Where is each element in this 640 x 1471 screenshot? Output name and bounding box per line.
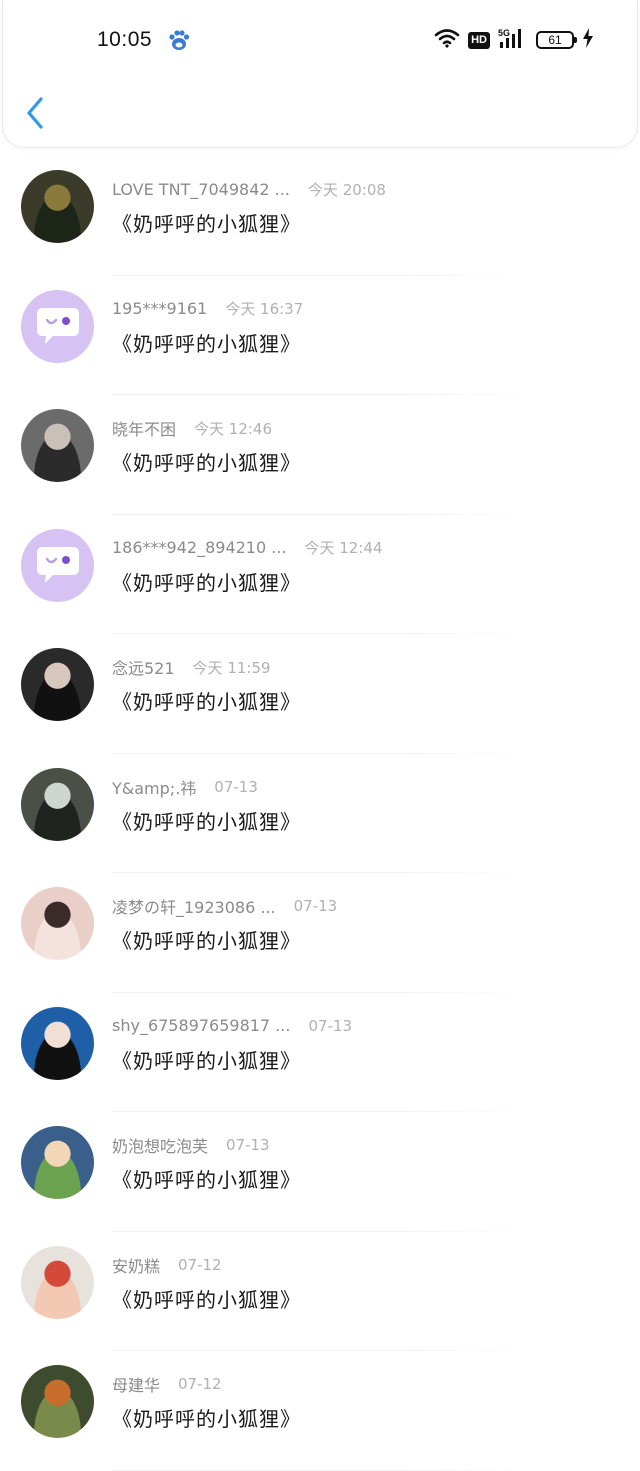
sender-name[interactable]: 凌梦の轩_1923086 ... <box>112 894 276 918</box>
message-list-item[interactable]: 195***9161 今天 16:37 《奶呼呼的小狐狸》 <box>0 276 640 395</box>
message-list-item[interactable]: 母建华 07-12 《奶呼呼的小狐狸》 <box>0 1351 640 1471</box>
user-avatar[interactable] <box>21 1126 94 1199</box>
user-avatar[interactable] <box>21 887 94 960</box>
message-meta: 凌梦の轩_1923086 ... 07-13 <box>112 895 337 917</box>
message-date: 07-13 <box>214 777 258 796</box>
sender-name[interactable]: shy_675897659817 ... <box>112 1016 290 1035</box>
user-avatar[interactable] <box>21 409 94 482</box>
message-meta: Y&amp;.祎 07-13 <box>112 776 258 798</box>
message-meta: 186***942_894210 ... 今天 12:44 <box>112 537 383 559</box>
back-button[interactable] <box>22 96 48 130</box>
message-list-item[interactable]: LOVE TNT_7049842 ... 今天 20:08 《奶呼呼的小狐狸》 <box>0 156 640 276</box>
wifi-icon <box>434 28 460 52</box>
message-list-item[interactable]: 186***942_894210 ... 今天 12:44 《奶呼呼的小狐狸》 <box>0 515 640 634</box>
user-avatar[interactable] <box>21 767 94 841</box>
message-list-item[interactable]: 安奶糕 07-12 《奶呼呼的小狐狸》 <box>0 1232 640 1351</box>
message-list-item[interactable]: 念远521 今天 11:59 《奶呼呼的小狐狸》 <box>0 634 640 754</box>
hd-badge: HD <box>468 31 490 49</box>
chat-bot-icon[interactable] <box>21 528 94 602</box>
message-meta: 195***9161 今天 16:37 <box>112 298 303 320</box>
message-list-item[interactable]: 凌梦の轩_1923086 ... 07-13 《奶呼呼的小狐狸》 <box>0 873 640 993</box>
message-date: 今天 20:08 <box>307 180 386 199</box>
divider <box>112 1469 530 1471</box>
message-list-item[interactable]: Y&amp;.祎 07-13 《奶呼呼的小狐狸》 <box>0 754 640 873</box>
message-text: 《奶呼呼的小狐狸》 <box>112 1168 301 1192</box>
message-list-item[interactable]: 奶泡想吃泡芙 07-13 《奶呼呼的小狐狸》 <box>0 1112 640 1232</box>
sender-name[interactable]: LOVE TNT_7049842 ... <box>112 180 290 199</box>
message-meta: 念远521 今天 11:59 <box>112 655 271 679</box>
message-list-item[interactable]: 晓年不困 今天 12:46 《奶呼呼的小狐狸》 <box>0 395 640 515</box>
status-bar: 10:05 HD 5G 61 <box>0 0 640 80</box>
message-meta: shy_675897659817 ... 07-13 <box>112 1015 352 1037</box>
message-date: 07-13 <box>308 1016 353 1035</box>
message-date: 07-12 <box>178 1255 222 1274</box>
status-time: 10:05 <box>97 28 153 51</box>
user-avatar[interactable] <box>21 648 94 721</box>
message-text: 《奶呼呼的小狐狸》 <box>112 570 301 595</box>
sender-name[interactable]: 奶泡想吃泡芙 <box>112 1133 208 1157</box>
message-text: 《奶呼呼的小狐狸》 <box>112 1407 301 1431</box>
charging-icon <box>582 28 594 52</box>
sender-name[interactable]: 晓年不困 <box>112 416 176 440</box>
battery-indicator: 61 <box>536 31 577 49</box>
sender-name[interactable]: 186***942_894210 ... <box>112 538 287 557</box>
message-meta: LOVE TNT_7049842 ... 今天 20:08 <box>112 178 386 200</box>
message-date: 今天 12:44 <box>304 539 383 557</box>
svg-text:5G: 5G <box>498 28 510 38</box>
sender-name[interactable]: 安奶糕 <box>112 1253 160 1277</box>
chevron-left-icon <box>27 97 43 129</box>
message-list-item[interactable]: shy_675897659817 ... 07-13 《奶呼呼的小狐狸》 <box>0 993 640 1112</box>
message-meta: 奶泡想吃泡芙 07-13 <box>112 1134 270 1156</box>
sender-name[interactable]: 念远521 <box>112 655 175 679</box>
signal-5g-icon: 5G <box>498 27 528 53</box>
message-date: 07-12 <box>178 1375 222 1393</box>
sender-name[interactable]: Y&amp;.祎 <box>112 775 196 799</box>
sender-name[interactable]: 195***9161 <box>112 299 207 318</box>
message-list: LOVE TNT_7049842 ... 今天 20:08 《奶呼呼的小狐狸》 195… <box>0 156 640 1471</box>
message-date: 今天 16:37 <box>225 300 304 318</box>
message-meta: 晓年不困 今天 12:46 <box>112 416 273 440</box>
message-date: 今天 11:59 <box>192 658 271 677</box>
message-text: 《奶呼呼的小狐狸》 <box>112 331 301 356</box>
chat-bot-icon[interactable] <box>21 289 94 363</box>
message-text: 《奶呼呼的小狐狸》 <box>112 212 301 236</box>
user-avatar[interactable] <box>21 170 94 243</box>
message-text: 《奶呼呼的小狐狸》 <box>112 451 301 475</box>
message-text: 《奶呼呼的小狐狸》 <box>112 1048 301 1073</box>
user-avatar[interactable] <box>21 1365 94 1438</box>
message-text: 《奶呼呼的小狐狸》 <box>112 690 301 714</box>
message-text: 《奶呼呼的小狐狸》 <box>112 809 301 834</box>
message-text: 《奶呼呼的小狐狸》 <box>112 1287 301 1312</box>
user-avatar[interactable] <box>21 1006 94 1080</box>
message-meta: 安奶糕 07-12 <box>112 1254 222 1276</box>
message-meta: 母建华 07-12 <box>112 1373 222 1395</box>
message-date: 今天 12:46 <box>194 419 273 438</box>
message-text: 《奶呼呼的小狐狸》 <box>112 929 301 953</box>
sender-name[interactable]: 母建华 <box>112 1372 160 1396</box>
status-icons: HD 5G 61 <box>434 28 594 52</box>
user-avatar[interactable] <box>21 1245 94 1319</box>
paw-app-icon <box>168 28 190 52</box>
message-date: 07-13 <box>293 897 338 915</box>
message-date: 07-13 <box>226 1136 270 1154</box>
